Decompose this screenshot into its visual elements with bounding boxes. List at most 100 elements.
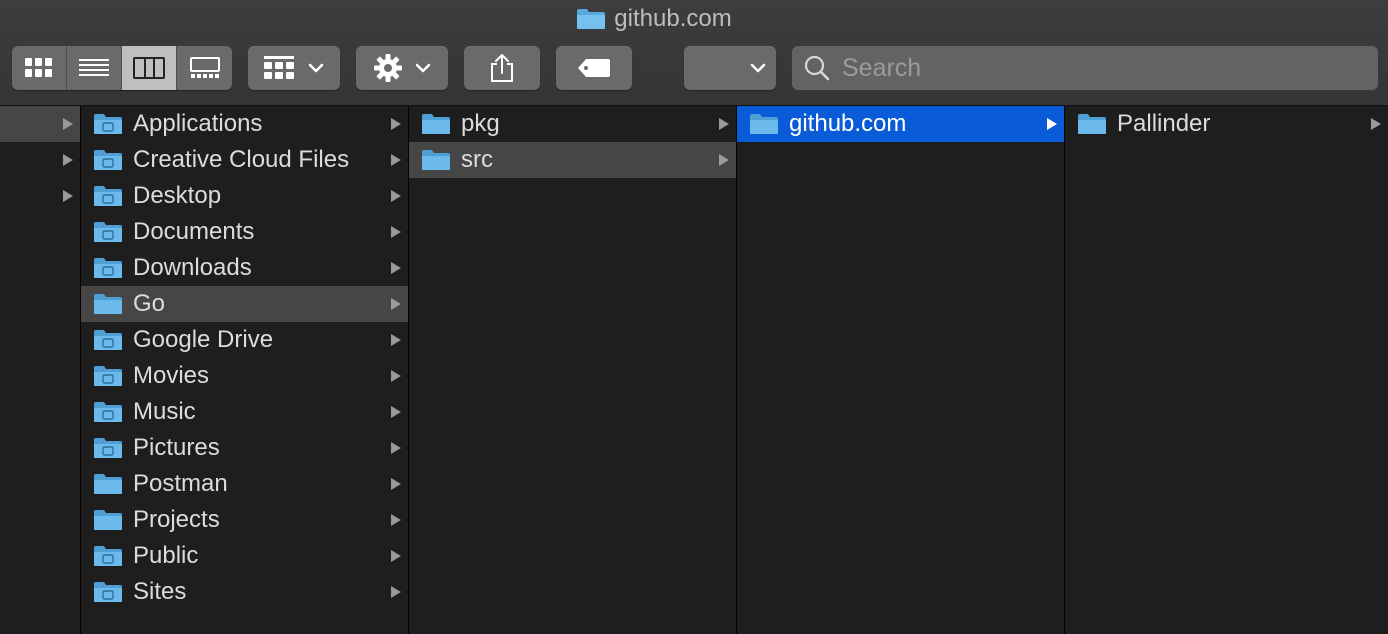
column-src: github.com <box>737 106 1065 634</box>
chevron-down-icon <box>415 63 431 73</box>
list-item[interactable]: Google Drive <box>81 322 408 358</box>
column-home: Applications Creative Cloud Files Desktop D… <box>81 106 409 634</box>
chevron-right-icon <box>1370 106 1382 142</box>
folder-icon <box>421 149 451 171</box>
list-item[interactable]: Documents <box>81 214 408 250</box>
list-item-label: Pictures <box>133 434 220 461</box>
folder-icon <box>749 113 779 135</box>
list-item[interactable]: Projects <box>81 502 408 538</box>
chevron-right-icon <box>390 322 402 358</box>
icon-view-button[interactable] <box>12 46 67 90</box>
chevron-down-icon <box>750 63 766 73</box>
list-item-label: Pallinder <box>1117 110 1211 137</box>
chevron-down-icon <box>308 63 324 73</box>
list-item[interactable]: github.com <box>737 106 1064 142</box>
list-item-label: Postman <box>133 470 228 497</box>
chevron-right-icon <box>62 142 74 178</box>
chevron-right-icon <box>390 430 402 466</box>
list-item[interactable]: Public <box>81 538 408 574</box>
list-item-label: Google Drive <box>133 326 274 353</box>
list-item[interactable] <box>0 178 80 214</box>
search-field[interactable] <box>792 46 1378 90</box>
chevron-right-icon <box>62 106 74 142</box>
icon-grid-icon <box>25 58 52 77</box>
applications-folder-icon <box>93 113 123 135</box>
toolbar: github.com <box>0 0 1388 106</box>
music-folder-icon <box>93 401 123 423</box>
list-item-label: Sites <box>133 578 187 605</box>
list-item[interactable]: Music <box>81 394 408 430</box>
chevron-right-icon <box>390 538 402 574</box>
list-item[interactable]: src <box>409 142 736 178</box>
column-parent <box>0 106 81 634</box>
list-item[interactable]: Postman <box>81 466 408 502</box>
chevron-right-icon <box>390 214 402 250</box>
list-item[interactable]: pkg <box>409 106 736 142</box>
creative-cloud-folder-icon <box>93 149 123 171</box>
documents-folder-icon <box>93 221 123 243</box>
columns-icon <box>133 57 165 79</box>
tags-button[interactable] <box>556 46 632 90</box>
list-item[interactable]: Downloads <box>81 250 408 286</box>
gallery-icon <box>189 57 220 78</box>
view-mode-control <box>12 46 232 90</box>
chevron-right-icon <box>390 574 402 610</box>
list-item[interactable] <box>0 142 80 178</box>
list-item[interactable]: Creative Cloud Files <box>81 142 408 178</box>
list-item-label: Go <box>133 290 166 317</box>
list-item-label: src <box>461 146 493 173</box>
search-input[interactable] <box>840 52 1364 84</box>
column-view-button[interactable] <box>122 46 177 90</box>
list-item-label: Applications <box>133 110 263 137</box>
gallery-view-button[interactable] <box>177 46 232 90</box>
chevron-right-icon <box>390 142 402 178</box>
tag-icon <box>578 59 610 77</box>
list-item[interactable]: Movies <box>81 358 408 394</box>
chevron-right-icon <box>718 142 730 178</box>
gear-icon <box>374 54 402 82</box>
group-grid-icon <box>264 56 294 79</box>
list-item-label: Music <box>133 398 196 425</box>
folder-icon <box>1077 113 1107 135</box>
chevron-right-icon <box>1046 106 1058 142</box>
folder-icon <box>576 8 606 30</box>
list-item-label: Desktop <box>133 182 222 209</box>
list-item-label: Projects <box>133 506 220 533</box>
group-by-button[interactable] <box>248 46 340 90</box>
chevron-right-icon <box>718 106 730 142</box>
list-item[interactable] <box>0 106 80 142</box>
chevron-right-icon <box>390 250 402 286</box>
public-folder-icon <box>93 545 123 567</box>
list-item-label: Creative Cloud Files <box>133 146 350 173</box>
share-button[interactable] <box>464 46 540 90</box>
share-icon <box>491 54 513 82</box>
pictures-folder-icon <box>93 437 123 459</box>
window-title: github.com <box>0 4 1388 34</box>
list-item[interactable]: Go <box>81 286 408 322</box>
list-view-button[interactable] <box>67 46 122 90</box>
window-title-text: github.com <box>614 5 732 32</box>
list-item-label: Movies <box>133 362 210 389</box>
list-item[interactable]: Applications <box>81 106 408 142</box>
list-item[interactable]: Sites <box>81 574 408 610</box>
action-button[interactable] <box>356 46 448 90</box>
list-item-label: Documents <box>133 218 255 245</box>
list-item-label: github.com <box>789 110 907 137</box>
list-item[interactable]: Desktop <box>81 178 408 214</box>
downloads-folder-icon <box>93 257 123 279</box>
chevron-right-icon <box>390 466 402 502</box>
chevron-right-icon <box>62 178 74 214</box>
list-item[interactable]: Pictures <box>81 430 408 466</box>
folder-icon <box>93 509 123 531</box>
path-dropdown[interactable] <box>684 46 776 90</box>
column-go: pkg src <box>409 106 737 634</box>
google-drive-folder-icon <box>93 329 123 351</box>
desktop-folder-icon <box>93 185 123 207</box>
chevron-right-icon <box>390 286 402 322</box>
chevron-right-icon <box>390 358 402 394</box>
folder-icon <box>93 293 123 315</box>
chevron-right-icon <box>390 106 402 142</box>
list-icon <box>79 59 109 76</box>
chevron-right-icon <box>390 178 402 214</box>
list-item[interactable]: Pallinder <box>1065 106 1388 142</box>
